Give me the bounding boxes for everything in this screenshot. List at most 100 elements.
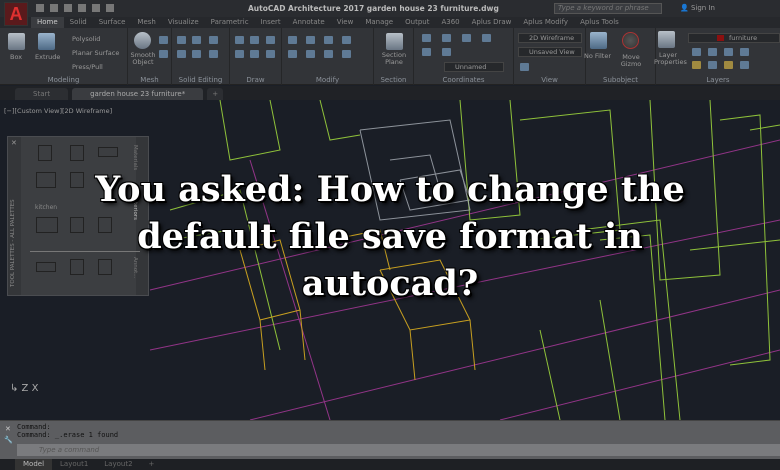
tab-insert[interactable]: Insert — [255, 17, 287, 28]
tab-aplus-modify[interactable]: Aplus Modify — [517, 17, 574, 28]
save-as-icon[interactable] — [78, 4, 86, 12]
tab-aplus-tools[interactable]: Aplus Tools — [574, 17, 625, 28]
modify-panel-title[interactable]: Modify — [282, 76, 373, 84]
tab-annotate[interactable]: Annotate — [287, 17, 331, 28]
layer-tool-icon[interactable] — [724, 48, 733, 56]
section-panel-title[interactable]: Section — [374, 76, 413, 84]
tab-mesh[interactable]: Mesh — [131, 17, 161, 28]
rotate-icon[interactable] — [306, 36, 315, 44]
layers-panel-title[interactable]: Layers — [656, 76, 780, 84]
extrude-icon[interactable] — [38, 33, 55, 50]
layer-properties-icon[interactable] — [658, 31, 675, 48]
named-view-dropdown[interactable]: Unsaved View — [518, 47, 582, 57]
tab-parametric[interactable]: Parametric — [205, 17, 255, 28]
section-plane-label: Section Plane — [381, 51, 407, 66]
print-icon[interactable] — [92, 4, 100, 12]
view-panel-title[interactable]: View — [514, 76, 585, 84]
layer-tool-icon[interactable] — [740, 48, 749, 56]
tool-item[interactable] — [70, 145, 84, 161]
ucs-icon[interactable] — [422, 34, 431, 42]
move-icon[interactable] — [324, 36, 333, 44]
save-icon[interactable] — [64, 4, 72, 12]
polyline-icon[interactable] — [250, 36, 259, 44]
slice-icon[interactable] — [192, 36, 201, 44]
arc-icon[interactable] — [266, 36, 275, 44]
tab-solid[interactable]: Solid — [64, 17, 93, 28]
array-icon[interactable] — [342, 50, 351, 58]
tab-aplus-draw[interactable]: Aplus Draw — [466, 17, 518, 28]
add-layout-button[interactable]: + — [141, 459, 163, 470]
spline-icon[interactable] — [235, 50, 244, 58]
undo-icon[interactable] — [106, 4, 114, 12]
tab-layout2[interactable]: Layout2 — [96, 459, 140, 470]
line-icon[interactable] — [235, 36, 244, 44]
extract-icon[interactable] — [209, 36, 218, 44]
rectangle-icon[interactable] — [266, 50, 275, 58]
command-input[interactable]: Type a command — [17, 444, 780, 456]
ucs-view-icon[interactable] — [482, 34, 491, 42]
visual-style-dropdown[interactable]: 2D Wireframe — [518, 33, 582, 43]
layer-tool-icon[interactable] — [692, 48, 701, 56]
draw-panel-title[interactable]: Draw — [230, 76, 281, 84]
tab-drawing[interactable]: garden house 23 furniture* — [72, 88, 204, 100]
viewport-config-icon[interactable] — [520, 63, 529, 71]
circle-icon[interactable] — [250, 50, 259, 58]
interfere-icon[interactable] — [192, 50, 201, 58]
application-menu-button[interactable]: A — [4, 2, 28, 26]
quick-access-toolbar — [36, 4, 114, 12]
no-filter-icon[interactable] — [590, 32, 607, 49]
ucs-x-icon[interactable] — [462, 34, 471, 42]
tool-item[interactable] — [38, 145, 52, 161]
box-label: Box — [10, 53, 23, 61]
ucs-origin-icon[interactable] — [422, 48, 431, 56]
tab-surface[interactable]: Surface — [93, 17, 132, 28]
layer-tool-icon[interactable] — [692, 61, 701, 69]
subtract-icon[interactable] — [177, 50, 186, 58]
presspull-button[interactable]: Press/Pull — [72, 63, 103, 71]
layer-tool-icon[interactable] — [708, 61, 717, 69]
copy-icon[interactable] — [342, 36, 351, 44]
sign-in-button[interactable]: 👤 Sign In — [680, 4, 715, 12]
close-icon[interactable]: ✕ — [5, 425, 11, 433]
open-icon[interactable] — [50, 4, 58, 12]
planar-surface-button[interactable]: Planar Surface — [72, 49, 119, 57]
tab-home[interactable]: Home — [31, 17, 64, 28]
layer-tool-icon[interactable] — [724, 61, 733, 69]
layers-panel: Layer Properties furniture Layers — [654, 28, 780, 85]
tab-view[interactable]: View — [331, 17, 360, 28]
layer-tool-icon[interactable] — [740, 61, 749, 69]
tab-output[interactable]: Output — [399, 17, 435, 28]
smooth-object-icon[interactable] — [134, 32, 151, 49]
shell-icon[interactable] — [209, 50, 218, 58]
tab-visualize[interactable]: Visualize — [162, 17, 205, 28]
tab-a360[interactable]: A360 — [435, 17, 465, 28]
offset-icon[interactable] — [324, 50, 333, 58]
tab-start[interactable]: Start — [15, 88, 69, 100]
move-gizmo-icon[interactable] — [622, 32, 639, 49]
ucs-z-icon[interactable] — [442, 48, 451, 56]
tab-manage[interactable]: Manage — [359, 17, 399, 28]
wrench-icon[interactable]: 🔧 — [4, 436, 13, 444]
layer-tool-icon[interactable] — [708, 48, 717, 56]
trim-icon[interactable] — [288, 36, 297, 44]
polysolid-button[interactable]: Polysolid — [72, 35, 100, 43]
modeling-panel-title[interactable]: Modeling — [0, 76, 127, 84]
named-ucs-dropdown[interactable]: Unnamed — [444, 62, 504, 72]
tab-model[interactable]: Model — [15, 459, 53, 470]
tab-layout1[interactable]: Layout1 — [52, 459, 96, 470]
ucs-world-icon[interactable] — [442, 34, 451, 42]
search-input[interactable]: Type a keyword or phrase — [554, 3, 662, 14]
tool-item[interactable] — [98, 147, 118, 157]
new-icon[interactable] — [36, 4, 44, 12]
union-icon[interactable] — [177, 36, 186, 44]
mesh-tool-icon[interactable] — [159, 36, 168, 44]
layer-dropdown[interactable]: furniture — [688, 33, 780, 43]
new-tab-button[interactable]: + — [207, 88, 224, 100]
solid-editing-panel-title[interactable]: Solid Editing — [172, 76, 229, 84]
fillet-icon[interactable] — [288, 50, 297, 58]
mesh-tool-icon[interactable] — [159, 50, 168, 58]
mirror-icon[interactable] — [306, 50, 315, 58]
section-plane-icon[interactable] — [386, 33, 403, 50]
close-icon[interactable]: ✕ — [11, 139, 17, 147]
box-icon[interactable] — [8, 33, 25, 50]
